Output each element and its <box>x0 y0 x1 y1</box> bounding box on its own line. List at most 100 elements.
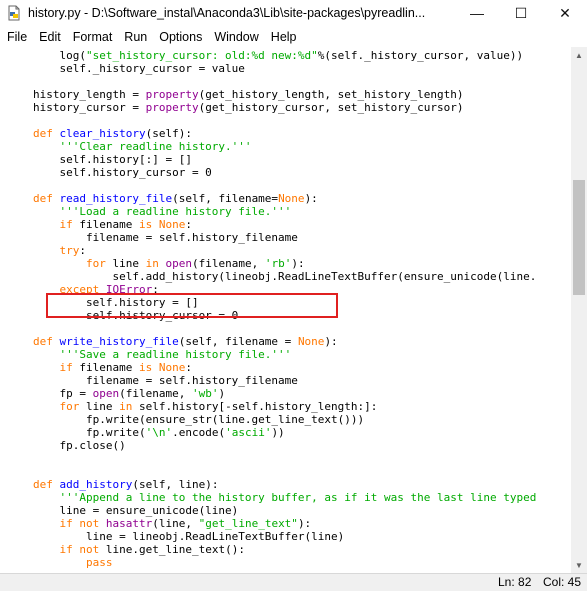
code-token: (get_history_length, set_history_length) <box>198 88 464 101</box>
code-line[interactable]: filename = self.history_filename <box>33 374 536 387</box>
code-line[interactable]: self.add_history(lineobj.ReadLineTextBuf… <box>33 270 536 283</box>
code-line[interactable]: '''Save a readline history file.''' <box>33 348 536 361</box>
code-line[interactable]: history_cursor = property(get_history_cu… <box>33 101 536 114</box>
menu-file[interactable]: File <box>0 30 33 44</box>
code-line[interactable]: fp.write('\n'.encode('ascii')) <box>33 426 536 439</box>
code-token: if <box>59 543 73 556</box>
code-token: filename = self.history_filename <box>33 231 298 244</box>
code-token: filename = self.history_filename <box>33 374 298 387</box>
menu-bar: File Edit Format Run Options Window Help <box>0 26 587 47</box>
code-token: read_history_file <box>59 192 173 205</box>
code-token: %(self._history_cursor, value)) <box>317 49 524 62</box>
code-token: not <box>79 543 100 556</box>
python-file-icon <box>6 5 22 21</box>
code-line[interactable] <box>33 75 536 88</box>
code-token: write_history_file <box>59 335 179 348</box>
code-line[interactable] <box>33 114 536 127</box>
code-line[interactable]: try: <box>33 244 536 257</box>
code-line[interactable]: line = lineobj.ReadLineTextBuffer(line) <box>33 530 536 543</box>
code-token: in <box>119 400 133 413</box>
code-token: line.get_line_text(): <box>99 543 245 556</box>
code-token: def <box>33 127 60 140</box>
code-line[interactable]: line = ensure_unicode(line) <box>33 504 536 517</box>
code-line[interactable]: '''Append a line to the history buffer, … <box>33 491 536 504</box>
code-line[interactable]: '''Clear readline history.''' <box>33 140 536 153</box>
code-token: log( <box>33 49 86 62</box>
code-token: 'rb' <box>264 257 292 270</box>
code-editor[interactable]: log("set_history_cursor: old:%d new:%d"%… <box>0 47 571 573</box>
highlight-annotation-box <box>46 293 338 318</box>
code-line[interactable]: if filename is None: <box>33 361 536 374</box>
scroll-up-arrow-icon[interactable]: ▲ <box>571 47 587 63</box>
menu-format[interactable]: Format <box>67 30 119 44</box>
code-token: property <box>145 88 199 101</box>
code-token: (self, filename= <box>172 192 279 205</box>
code-line[interactable]: def add_history(self, line): <box>33 478 536 491</box>
code-token: self._history_cursor = value <box>33 62 245 75</box>
code-token: hasattr <box>105 517 153 530</box>
code-line[interactable]: def clear_history(self): <box>33 127 536 140</box>
vertical-scrollbar[interactable]: ▲ ▼ <box>571 47 587 573</box>
code-line[interactable]: log("set_history_cursor: old:%d new:%d"%… <box>33 49 536 62</box>
code-line[interactable]: history_length = property(get_history_le… <box>33 88 536 101</box>
menu-edit[interactable]: Edit <box>33 30 67 44</box>
code-token: self.history_cursor = 0 <box>33 166 212 179</box>
code-token: 'ascii' <box>225 426 272 439</box>
code-line[interactable] <box>33 452 536 465</box>
code-token: property <box>145 101 199 114</box>
code-token: line = ensure_unicode(line) <box>33 504 239 517</box>
code-line[interactable]: for line in open(filename, 'rb'): <box>33 257 536 270</box>
code-token: filename <box>72 218 139 231</box>
minimize-button[interactable]: — <box>455 0 499 26</box>
window-title: history.py - D:\Software_instal\Anaconda… <box>28 6 426 20</box>
code-token: '''Append a line to the history buffer, … <box>33 491 537 504</box>
code-line[interactable]: if not hasattr(line, "get_line_text"): <box>33 517 536 530</box>
code-token: None <box>158 218 186 231</box>
code-line[interactable]: self.history[:] = [] <box>33 153 536 166</box>
code-token: fp.close() <box>33 439 126 452</box>
menu-run[interactable]: Run <box>118 30 153 44</box>
code-token: pass <box>85 556 113 569</box>
code-line[interactable]: filename = self.history_filename <box>33 231 536 244</box>
code-line[interactable] <box>33 179 536 192</box>
close-button[interactable]: ✕ <box>543 0 587 26</box>
code-token: ): <box>324 335 338 348</box>
code-token: "get_line_text" <box>198 517 298 530</box>
code-token: try <box>59 244 80 257</box>
code-token: self.history[:] = [] <box>33 153 192 166</box>
code-line[interactable] <box>33 465 536 478</box>
menu-options[interactable]: Options <box>153 30 208 44</box>
code-line[interactable]: '''Load a readline history file.''' <box>33 205 536 218</box>
code-line[interactable]: for line in self.history[-self.history_l… <box>33 400 536 413</box>
code-line[interactable]: fp.write(ensure_str(line.get_line_text()… <box>33 413 536 426</box>
code-token: if <box>59 517 73 530</box>
code-line[interactable]: self.history_cursor = 0 <box>33 166 536 179</box>
menu-window[interactable]: Window <box>208 30 264 44</box>
code-line[interactable]: pass <box>33 556 536 569</box>
code-token: (get_history_cursor, set_history_cursor) <box>198 101 464 114</box>
code-token: def <box>33 335 60 348</box>
code-line[interactable]: if not line.get_line_text(): <box>33 543 536 556</box>
menu-help[interactable]: Help <box>265 30 303 44</box>
code-token: ) <box>218 387 226 400</box>
code-line[interactable]: fp = open(filename, 'wb') <box>33 387 536 400</box>
code-line[interactable]: if filename is None: <box>33 218 536 231</box>
scroll-down-arrow-icon[interactable]: ▼ <box>571 557 587 573</box>
code-line[interactable]: self._history_cursor = value <box>33 62 536 75</box>
code-line[interactable]: fp.close() <box>33 439 536 452</box>
code-line[interactable] <box>33 322 536 335</box>
code-line[interactable]: def write_history_file(self, filename = … <box>33 335 536 348</box>
scrollbar-thumb[interactable] <box>573 180 585 295</box>
code-token: None <box>278 192 305 205</box>
code-line[interactable]: def read_history_file(self, filename=Non… <box>33 192 536 205</box>
code-token: : <box>79 244 86 257</box>
code-token: not <box>79 517 100 530</box>
maximize-button[interactable]: ☐ <box>499 0 543 26</box>
code-token: (filename, <box>191 257 265 270</box>
